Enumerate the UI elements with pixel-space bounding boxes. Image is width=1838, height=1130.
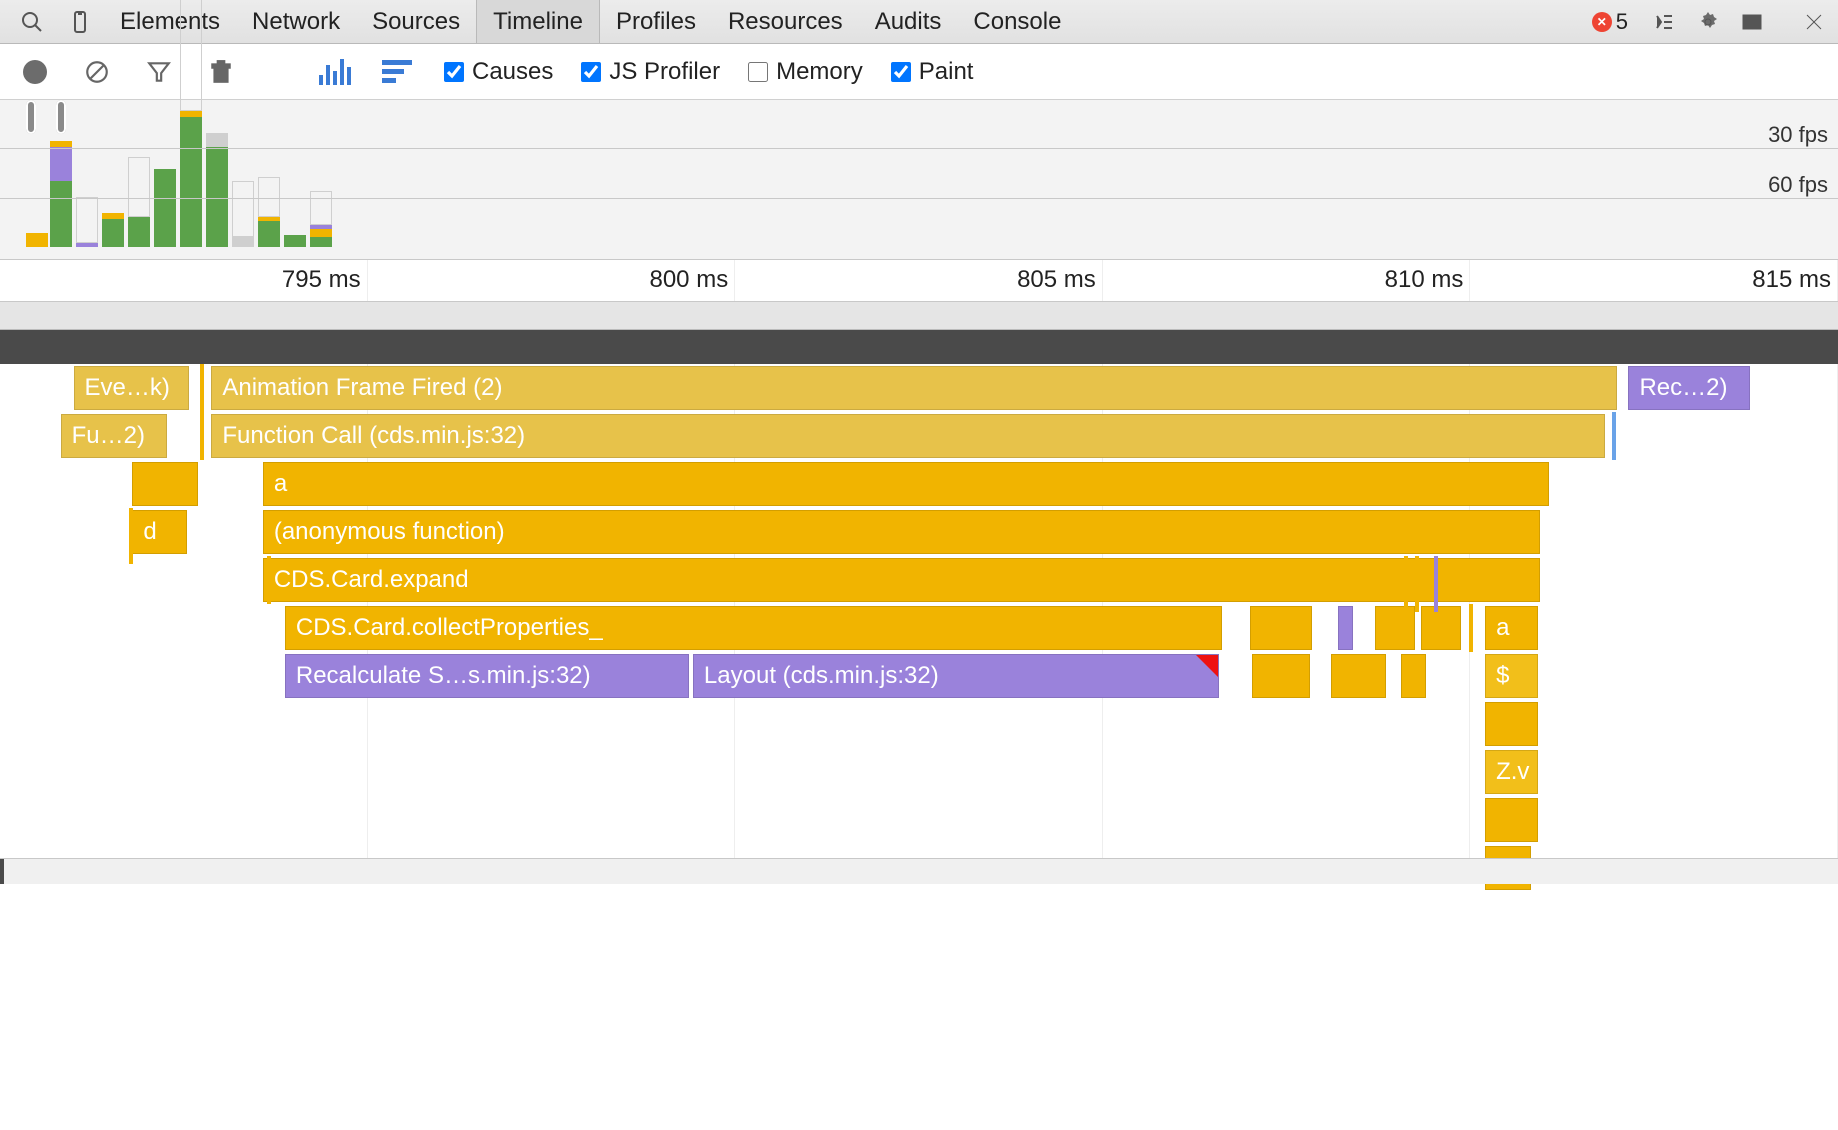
view-bars-icon[interactable]	[320, 57, 350, 87]
flame-thin-bar	[1612, 412, 1616, 460]
ruler-tick: 800 ms	[649, 266, 728, 294]
tab-profiles[interactable]: Profiles	[600, 0, 712, 43]
flame-block[interactable]: (anonymous function)	[263, 510, 1540, 554]
error-count: 5	[1616, 9, 1628, 35]
flame-block[interactable]: a	[263, 462, 1550, 506]
device-icon[interactable]	[66, 8, 94, 36]
flame-block[interactable]	[1250, 606, 1312, 650]
tab-network[interactable]: Network	[236, 0, 356, 43]
filter-icon[interactable]	[144, 57, 174, 87]
flame-block[interactable]	[1252, 654, 1311, 698]
overview-range-handle[interactable]	[56, 100, 66, 134]
flame-block[interactable]: Function Call (cds.min.js:32)	[211, 414, 1604, 458]
checkbox-memory[interactable]: Memory	[748, 58, 863, 86]
clear-icon[interactable]	[82, 57, 112, 87]
flame-block[interactable]: Recalculate S…s.min.js:32)	[285, 654, 689, 698]
flame-block[interactable]	[132, 462, 198, 506]
flame-block[interactable]: Z.v	[1485, 750, 1538, 794]
flame-chart[interactable]: Eve…k) Animation Frame Fired (2)Rec…2) Fu……	[0, 364, 1838, 884]
tab-elements[interactable]: Elements	[104, 0, 236, 43]
bottom-strip	[0, 858, 1838, 884]
flame-thin-bar	[267, 556, 271, 604]
ruler-tick: 795 ms	[282, 266, 361, 294]
tab-timeline[interactable]: Timeline	[476, 0, 600, 43]
flame-block[interactable]: Layout (cds.min.js:32)	[693, 654, 1219, 698]
checkbox-causes[interactable]: Causes	[444, 58, 553, 86]
flame-block[interactable]: CDS.Card.expand	[263, 558, 1540, 602]
search-icon[interactable]	[18, 8, 46, 36]
flame-block[interactable]	[1485, 702, 1538, 746]
flame-block[interactable]	[1375, 606, 1415, 650]
flame-block[interactable]: a	[1485, 606, 1538, 650]
fps-label: 30 fps	[1768, 122, 1828, 148]
close-icon[interactable]	[1802, 10, 1826, 34]
dock-icon[interactable]	[1740, 10, 1764, 34]
flame-block[interactable]: d	[132, 510, 187, 554]
flame-block[interactable]	[1421, 606, 1461, 650]
tab-resources[interactable]: Resources	[712, 0, 859, 43]
tab-sources[interactable]: Sources	[356, 0, 476, 43]
separator-dark	[0, 330, 1838, 364]
flame-block[interactable]: $	[1485, 654, 1538, 698]
tab-console[interactable]: Console	[957, 0, 1077, 43]
flame-thin-bar	[129, 508, 133, 564]
flame-block[interactable]	[1331, 654, 1386, 698]
garbage-collect-icon[interactable]	[206, 57, 236, 87]
ruler-tick: 810 ms	[1385, 266, 1464, 294]
tab-audits[interactable]: Audits	[859, 0, 958, 43]
separator-light	[0, 302, 1838, 330]
flame-thin-bar	[1404, 556, 1408, 612]
flame-block[interactable]	[1485, 798, 1538, 842]
settings-gear-icon[interactable]	[1696, 10, 1720, 34]
view-flame-icon[interactable]	[382, 57, 412, 87]
devtools-tabs: ElementsNetworkSourcesTimelineProfilesRe…	[104, 0, 1077, 43]
checkbox-paint[interactable]: Paint	[891, 58, 974, 86]
error-counter[interactable]: 5	[1592, 9, 1628, 35]
flame-block[interactable]: CDS.Card.collectProperties_	[285, 606, 1222, 650]
record-button[interactable]	[20, 57, 50, 87]
flame-thin-bar	[200, 364, 204, 460]
flame-thin-bar	[1415, 556, 1419, 612]
ruler-tick: 805 ms	[1017, 266, 1096, 294]
ruler-tick: 815 ms	[1752, 266, 1831, 294]
flame-block[interactable]: Rec…2)	[1628, 366, 1749, 410]
flame-block[interactable]	[1338, 606, 1353, 650]
flame-thin-bar	[1434, 556, 1438, 612]
overview-range-handle[interactable]	[26, 100, 36, 134]
flame-block[interactable]: Eve…k)	[74, 366, 190, 410]
timeline-toolbar: Causes JS Profiler Memory Paint	[0, 44, 1838, 100]
flame-thin-bar	[1469, 604, 1473, 652]
flame-block[interactable]	[1401, 654, 1427, 698]
timeline-overview[interactable]: 30 fps 60 fps	[0, 100, 1838, 260]
flame-block[interactable]: Fu…2)	[61, 414, 168, 458]
checkbox-js-profiler[interactable]: JS Profiler	[581, 58, 720, 86]
error-icon	[1592, 12, 1612, 32]
time-ruler[interactable]: 795 ms 800 ms 805 ms 810 ms 815 ms	[0, 260, 1838, 302]
fps-label: 60 fps	[1768, 172, 1828, 198]
flame-block[interactable]: Animation Frame Fired (2)	[211, 366, 1617, 410]
warning-icon	[1196, 655, 1218, 677]
drawer-toggle-icon[interactable]	[1652, 10, 1676, 34]
devtools-tabbar: ElementsNetworkSourcesTimelineProfilesRe…	[0, 0, 1838, 44]
